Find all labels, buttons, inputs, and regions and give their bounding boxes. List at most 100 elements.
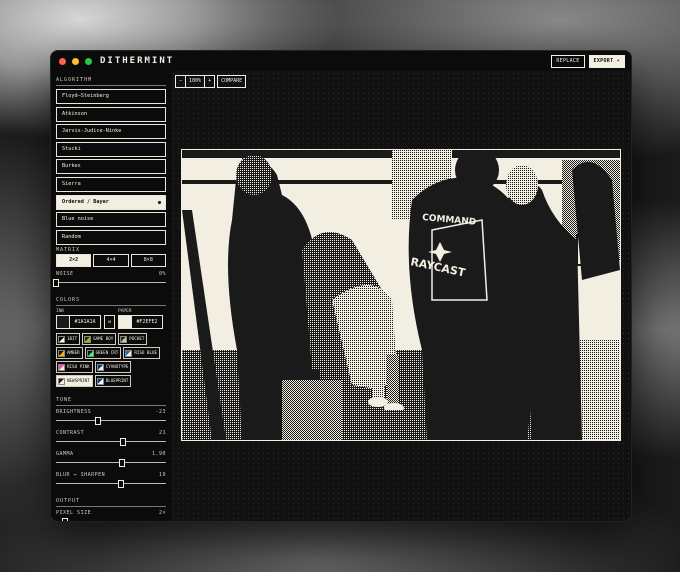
algorithm-option[interactable]: Blue noise	[56, 212, 166, 228]
divider	[56, 305, 166, 307]
color-presets: 1BIT GAME BOY POCKET AMBER GREEN CRT RISO BLU…	[56, 333, 166, 388]
preset-label: 1BIT	[67, 336, 78, 342]
paper-label: PAPER	[118, 309, 132, 315]
close-window-button[interactable]	[59, 57, 66, 65]
noise-slider-handle[interactable]	[53, 279, 59, 288]
algorithm-option[interactable]: Burkes	[56, 159, 166, 175]
preset-label: GAME BOY	[93, 336, 114, 342]
matrix-option-2x2[interactable]: 2×2	[56, 254, 92, 268]
divider	[56, 405, 166, 407]
algorithm-option[interactable]: Atkinson	[56, 106, 166, 122]
color-preset-button[interactable]: POCKET	[118, 333, 148, 346]
matrix-option-4x4[interactable]: 4×4	[93, 254, 129, 268]
matrix-selector: 2×2 4×4 8×8	[56, 254, 166, 268]
color-preset-button[interactable]: AMBER	[56, 347, 83, 360]
minimize-window-button[interactable]	[72, 57, 79, 65]
contrast-slider[interactable]	[56, 438, 166, 447]
algorithm-option[interactable]: Sierra	[56, 176, 166, 192]
algorithm-option[interactable]: Jarvis-Judice-Ninke	[56, 124, 166, 140]
ink-color-picker: INK #1A1A1A	[56, 309, 101, 330]
matrix-option-8x8[interactable]: 8×8	[130, 254, 166, 268]
dithered-image-preview[interactable]: COMMAND RAYCAST	[181, 149, 621, 441]
zoom-toolbar: − 100% + COMPARE	[175, 75, 247, 88]
algorithm-option-label: Atkinson	[62, 110, 87, 117]
color-preset-button[interactable]: RISO PINK	[56, 361, 93, 374]
algorithm-option-label: Floyd–Steinberg	[62, 93, 109, 99]
contrast-slider-handle[interactable]	[119, 438, 126, 447]
preset-swatch-icon	[84, 335, 92, 343]
compare-button[interactable]: COMPARE	[217, 75, 247, 88]
color-pickers: INK #1A1A1A ⇄ PAPER #F2EFE2	[56, 309, 166, 330]
blur-slider[interactable]	[56, 480, 166, 489]
algorithm-option-label: Random	[62, 233, 81, 240]
paper-hex-field[interactable]: #F2EFE2	[132, 315, 163, 330]
algorithm-option-label: Sierra	[62, 180, 81, 187]
noise-slider-header: NOISE 0%	[56, 271, 166, 277]
noise-label: NOISE	[56, 271, 74, 278]
preset-label: POCKET	[129, 336, 145, 342]
brightness-slider[interactable]	[56, 417, 166, 426]
tone-sliders: BRIGHTNESS -23 CONTRAST 21 GAMMA 1.90 BLUR ↔ S…	[56, 409, 166, 489]
algorithm-option[interactable]: Random	[56, 229, 166, 245]
gamma-label: GAMMA	[56, 451, 74, 458]
color-preset-button[interactable]: RISO BLUE	[123, 347, 161, 360]
preset-label: GREEN CRT	[95, 350, 119, 356]
pixel-size-slider-header: PIXEL SIZE 2×	[56, 510, 166, 516]
blur-label: BLUR ↔ SHARPEN	[56, 472, 106, 479]
contrast-slider-header: CONTRAST 21	[56, 430, 166, 436]
algorithm-option-label: Stucki	[62, 145, 81, 152]
algorithm-option-label: Jarvis-Judice-Ninke	[62, 128, 122, 135]
zoom-controls: − 100% +	[175, 75, 216, 88]
ink-hex-field[interactable]: #1A1A1A	[70, 315, 101, 330]
color-preset-button[interactable]: BLUEPRINT	[94, 375, 132, 388]
brightness-slider-handle[interactable]	[95, 417, 102, 426]
ink-color-swatch[interactable]	[56, 315, 70, 330]
color-preset-button[interactable]: GREEN CRT	[84, 347, 122, 360]
zoom-in-button[interactable]: +	[204, 76, 214, 87]
divider	[56, 85, 166, 86]
output-section-label: OUTPUT	[56, 498, 81, 505]
dithered-photo: COMMAND RAYCAST	[182, 150, 620, 440]
replace-button[interactable]: REPLACE	[551, 55, 585, 68]
color-preset-button[interactable]: 1BIT	[56, 333, 81, 346]
preset-label: NEWSPRINT	[67, 378, 90, 384]
color-preset-button[interactable]: CYANOTYPE	[94, 361, 132, 374]
algorithm-option-label: Burkes	[62, 163, 81, 170]
algorithm-option[interactable]: Floyd–Steinberg	[56, 89, 166, 104]
pixel-size-slider[interactable]	[61, 518, 68, 521]
noise-slider[interactable]	[53, 279, 166, 288]
preset-swatch-icon	[58, 349, 65, 357]
algorithm-option[interactable]: Stucki	[56, 141, 166, 157]
gamma-slider[interactable]	[56, 459, 166, 468]
pixel-size-value: 2×	[158, 510, 166, 517]
preset-swatch-icon	[86, 349, 94, 357]
zoom-level[interactable]: 100%	[185, 76, 204, 87]
pixel-size-slider-handle[interactable]	[61, 518, 68, 521]
blur-value: 19	[158, 472, 166, 479]
preset-swatch-icon	[120, 335, 128, 343]
color-preset-button[interactable]: GAME BOY	[82, 333, 117, 346]
preset-label: CYANOTYPE	[105, 364, 129, 370]
paper-color-swatch[interactable]	[118, 315, 132, 330]
gamma-value: 1.90	[151, 451, 166, 458]
gamma-slider-header: GAMMA 1.90	[56, 451, 166, 457]
title-bar: DITHERMINT REPLACE EXPORT ▾	[51, 51, 631, 71]
tone-section-label: TONE	[56, 397, 73, 404]
maximize-window-button[interactable]	[85, 57, 92, 65]
pixel-size-label: PIXEL SIZE	[56, 510, 92, 517]
color-preset-button[interactable]: NEWSPRINT	[56, 375, 93, 388]
contrast-value: 21	[158, 430, 166, 437]
zoom-out-button[interactable]: −	[176, 76, 185, 87]
preset-label: RISO PINK	[67, 364, 90, 370]
algorithm-option[interactable]: Ordered / Bayer	[56, 194, 166, 210]
gamma-slider-handle[interactable]	[119, 459, 125, 468]
algorithm-option-label: Ordered / Bayer	[62, 198, 109, 205]
sidebar: ALGORITHM Floyd–Steinberg Atkinson Jarvis-…	[53, 73, 166, 521]
divider	[56, 506, 166, 508]
export-button[interactable]: EXPORT ▾	[588, 55, 625, 68]
noise-value: 0%	[158, 271, 166, 278]
blur-slider-handle[interactable]	[118, 480, 125, 489]
preview-canvas[interactable]: − 100% + COMPARE COMMAND RAYCAST	[171, 71, 631, 521]
preset-swatch-icon	[58, 377, 65, 385]
swap-colors-button[interactable]: ⇄	[104, 315, 115, 330]
